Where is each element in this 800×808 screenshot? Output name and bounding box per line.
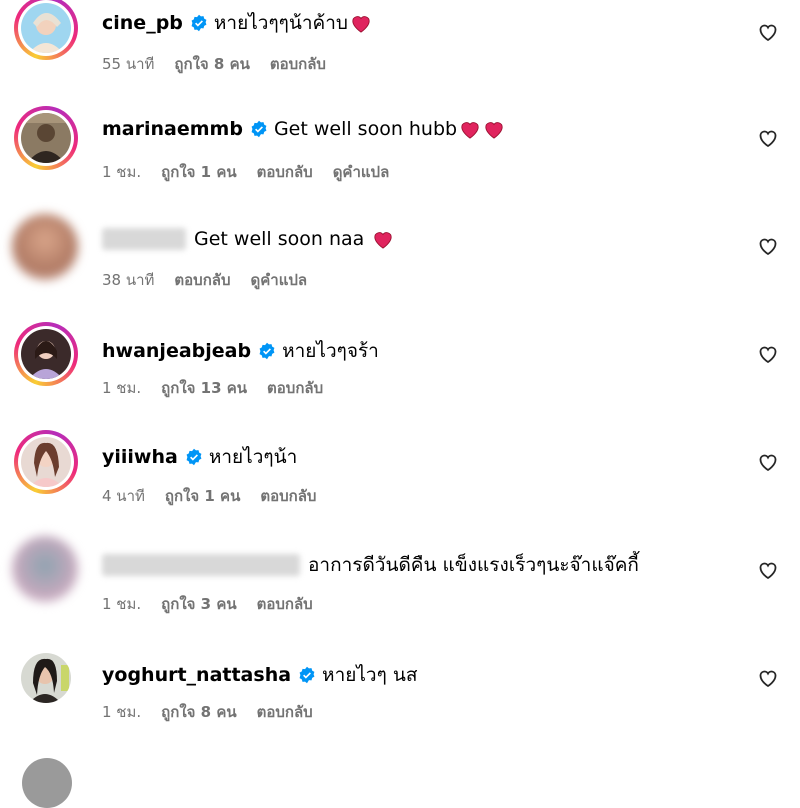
- avatar[interactable]: [14, 322, 78, 386]
- comment-text: หายไวๆจร้า: [282, 340, 379, 362]
- like-heart-icon[interactable]: [756, 342, 780, 366]
- comment-text: อาการดีวันดีคืน แข็งแรงเร็วๆนะจ๊าแจ๊คกี้: [308, 554, 639, 576]
- avatar[interactable]: [14, 430, 78, 494]
- heart-emoji-icon: [485, 122, 503, 139]
- avatar[interactable]: [14, 106, 78, 170]
- comment-meta: 1 ชม. ถูกใจ 13 คน ตอบกลับ: [102, 376, 343, 400]
- like-heart-icon[interactable]: [756, 450, 780, 474]
- username[interactable]: yiiiwha: [102, 446, 178, 468]
- comment-meta: 38 นาที ตอบกลับ ดูคำแปล: [102, 268, 327, 292]
- translate-button[interactable]: ดูคำแปล: [333, 163, 390, 181]
- heart-emoji-icon: [374, 232, 392, 249]
- timestamp: 1 ชม.: [102, 595, 142, 613]
- likes-count[interactable]: ถูกใจ 13 คน: [161, 379, 247, 397]
- comment-line: cine_pb หายไวๆๆน้าค้าบ: [102, 8, 372, 38]
- likes-count[interactable]: ถูกใจ 1 คน: [165, 487, 240, 505]
- like-heart-icon[interactable]: [756, 126, 780, 150]
- username[interactable]: hwanjeabjeab: [102, 340, 251, 362]
- likes-count[interactable]: ถูกใจ 1 คน: [161, 163, 236, 181]
- likes-count[interactable]: ถูกใจ 8 คน: [174, 55, 249, 73]
- comment-line: yoghurt_nattasha หายไวๆ นส: [102, 660, 417, 690]
- comment-meta: 55 นาที ถูกใจ 8 คน ตอบกลับ: [102, 52, 346, 76]
- avatar[interactable]: [22, 758, 72, 808]
- comment-line: marinaemmb Get well soon hubb: [102, 118, 505, 140]
- timestamp: 1 ชม.: [102, 163, 142, 181]
- username[interactable]: cine_pb: [102, 12, 183, 34]
- username[interactable]: [102, 228, 186, 250]
- like-heart-icon[interactable]: [756, 666, 780, 690]
- heart-emoji-icon: [461, 122, 479, 139]
- comment-line: yiiiwha หายไวๆน้า: [102, 442, 297, 472]
- reply-button[interactable]: ตอบกลับ: [257, 703, 313, 721]
- verified-badge-icon: [186, 448, 202, 466]
- comment-text: หายไวๆน้า: [208, 446, 298, 468]
- avatar[interactable]: [14, 0, 78, 60]
- like-heart-icon[interactable]: [756, 234, 780, 258]
- avatar[interactable]: [14, 646, 78, 710]
- comment-line: อาการดีวันดีคืน แข็งแรงเร็วๆนะจ๊าแจ๊คกี้: [102, 550, 639, 580]
- comment-line: hwanjeabjeab หายไวๆจร้า: [102, 336, 379, 366]
- likes-count[interactable]: ถูกใจ 3 คน: [161, 595, 236, 613]
- like-heart-icon[interactable]: [756, 558, 780, 582]
- timestamp: 4 นาที: [102, 487, 145, 505]
- timestamp: 1 ชม.: [102, 379, 142, 397]
- comment-text: หายไวๆ นส: [322, 664, 418, 686]
- reply-button[interactable]: ตอบกลับ: [257, 163, 313, 181]
- verified-badge-icon: [251, 120, 267, 138]
- avatar[interactable]: [12, 536, 78, 602]
- avatar[interactable]: [12, 214, 78, 280]
- comment-meta: 1 ชม. ถูกใจ 8 คน ตอบกลับ: [102, 700, 333, 724]
- username[interactable]: marinaemmb: [102, 118, 243, 140]
- verified-badge-icon: [299, 666, 315, 684]
- comment-meta: 4 นาที ถูกใจ 1 คน ตอบกลับ: [102, 484, 336, 508]
- reply-button[interactable]: ตอบกลับ: [270, 55, 326, 73]
- comment-text: Get well soon hubb: [273, 118, 458, 140]
- comment-meta: 1 ชม. ถูกใจ 1 คน ตอบกลับ ดูคำแปล: [102, 160, 409, 184]
- heart-emoji-icon: [352, 16, 370, 33]
- comment-meta: 1 ชม. ถูกใจ 3 คน ตอบกลับ: [102, 592, 333, 616]
- reply-button[interactable]: ตอบกลับ: [267, 379, 323, 397]
- timestamp: 38 นาที: [102, 271, 155, 289]
- verified-badge-icon: [259, 342, 275, 360]
- comment-text: Get well soon naa: [194, 228, 365, 250]
- translate-button[interactable]: ดูคำแปล: [251, 271, 308, 289]
- timestamp: 55 นาที: [102, 55, 155, 73]
- reply-button[interactable]: ตอบกลับ: [174, 271, 230, 289]
- comment-text: หายไวๆๆน้าค้าบ: [213, 12, 348, 34]
- likes-count[interactable]: ถูกใจ 8 คน: [161, 703, 236, 721]
- comment-line: Get well soon naa: [102, 228, 394, 250]
- verified-badge-icon: [191, 14, 207, 32]
- timestamp: 1 ชม.: [102, 703, 142, 721]
- reply-button[interactable]: ตอบกลับ: [257, 595, 313, 613]
- username[interactable]: [102, 554, 300, 576]
- reply-button[interactable]: ตอบกลับ: [260, 487, 316, 505]
- username[interactable]: yoghurt_nattasha: [102, 664, 291, 686]
- like-heart-icon[interactable]: [756, 20, 780, 44]
